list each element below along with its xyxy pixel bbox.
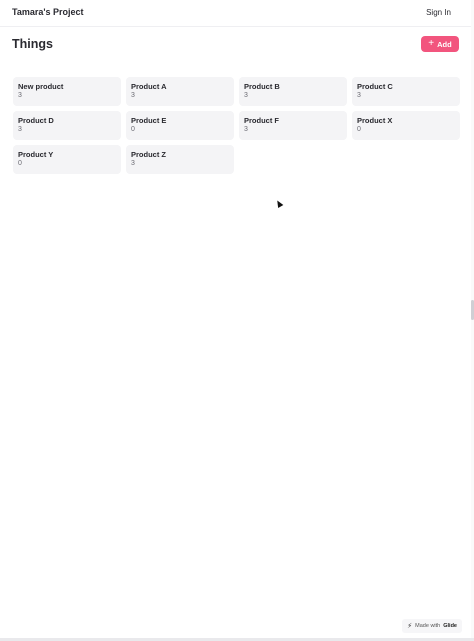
item-card[interactable]: Product A 3: [126, 77, 234, 106]
sign-in-button[interactable]: Sign In: [426, 8, 451, 17]
made-with-prefix: Made with: [415, 623, 441, 629]
item-title: Product A: [131, 82, 167, 91]
item-value: 3: [18, 126, 22, 133]
item-card[interactable]: Product D 3: [13, 111, 121, 140]
item-value: 3: [244, 92, 248, 99]
item-value: 3: [131, 92, 135, 99]
add-button[interactable]: + Add: [421, 36, 459, 52]
item-card[interactable]: Product F 3: [239, 111, 347, 140]
item-value: 3: [131, 160, 135, 167]
item-title: Product E: [131, 116, 167, 125]
item-card[interactable]: Product X 0: [352, 111, 460, 140]
item-value: 3: [18, 92, 22, 99]
item-card[interactable]: Product B 3: [239, 77, 347, 106]
item-title: Product C: [357, 82, 393, 91]
item-title: Product D: [18, 116, 54, 125]
add-button-label: Add: [437, 39, 452, 49]
items-grid: New product 3 Product A 3 Product B 3 Pr…: [13, 77, 460, 174]
item-title: Product F: [244, 116, 279, 125]
project-title[interactable]: Tamara's Project: [12, 7, 84, 17]
item-title: Product Y: [18, 150, 54, 159]
item-value: 0: [18, 160, 22, 167]
item-card[interactable]: Product Y 0: [13, 145, 121, 174]
item-title: Product Z: [131, 150, 166, 159]
item-card[interactable]: Product C 3: [352, 77, 460, 106]
made-with-glide-badge[interactable]: ⚡ Made with Glide: [402, 619, 462, 633]
glide-icon: ⚡: [407, 623, 413, 630]
item-value: 3: [244, 126, 248, 133]
item-title: Product B: [244, 82, 280, 91]
made-with-brand: Glide: [443, 623, 457, 629]
item-card[interactable]: Product Z 3: [126, 145, 234, 174]
item-card[interactable]: Product E 0: [126, 111, 234, 140]
page-title: Things: [12, 37, 53, 51]
item-title: Product X: [357, 116, 393, 125]
plus-icon: +: [428, 38, 435, 49]
top-bar: Tamara's Project Sign In: [0, 0, 474, 27]
item-value: 0: [131, 126, 135, 133]
item-title: New product: [18, 82, 64, 91]
mouse-cursor-icon: [274, 198, 284, 209]
item-value: 0: [357, 126, 361, 133]
item-value: 3: [357, 92, 361, 99]
item-card[interactable]: New product 3: [13, 77, 121, 106]
